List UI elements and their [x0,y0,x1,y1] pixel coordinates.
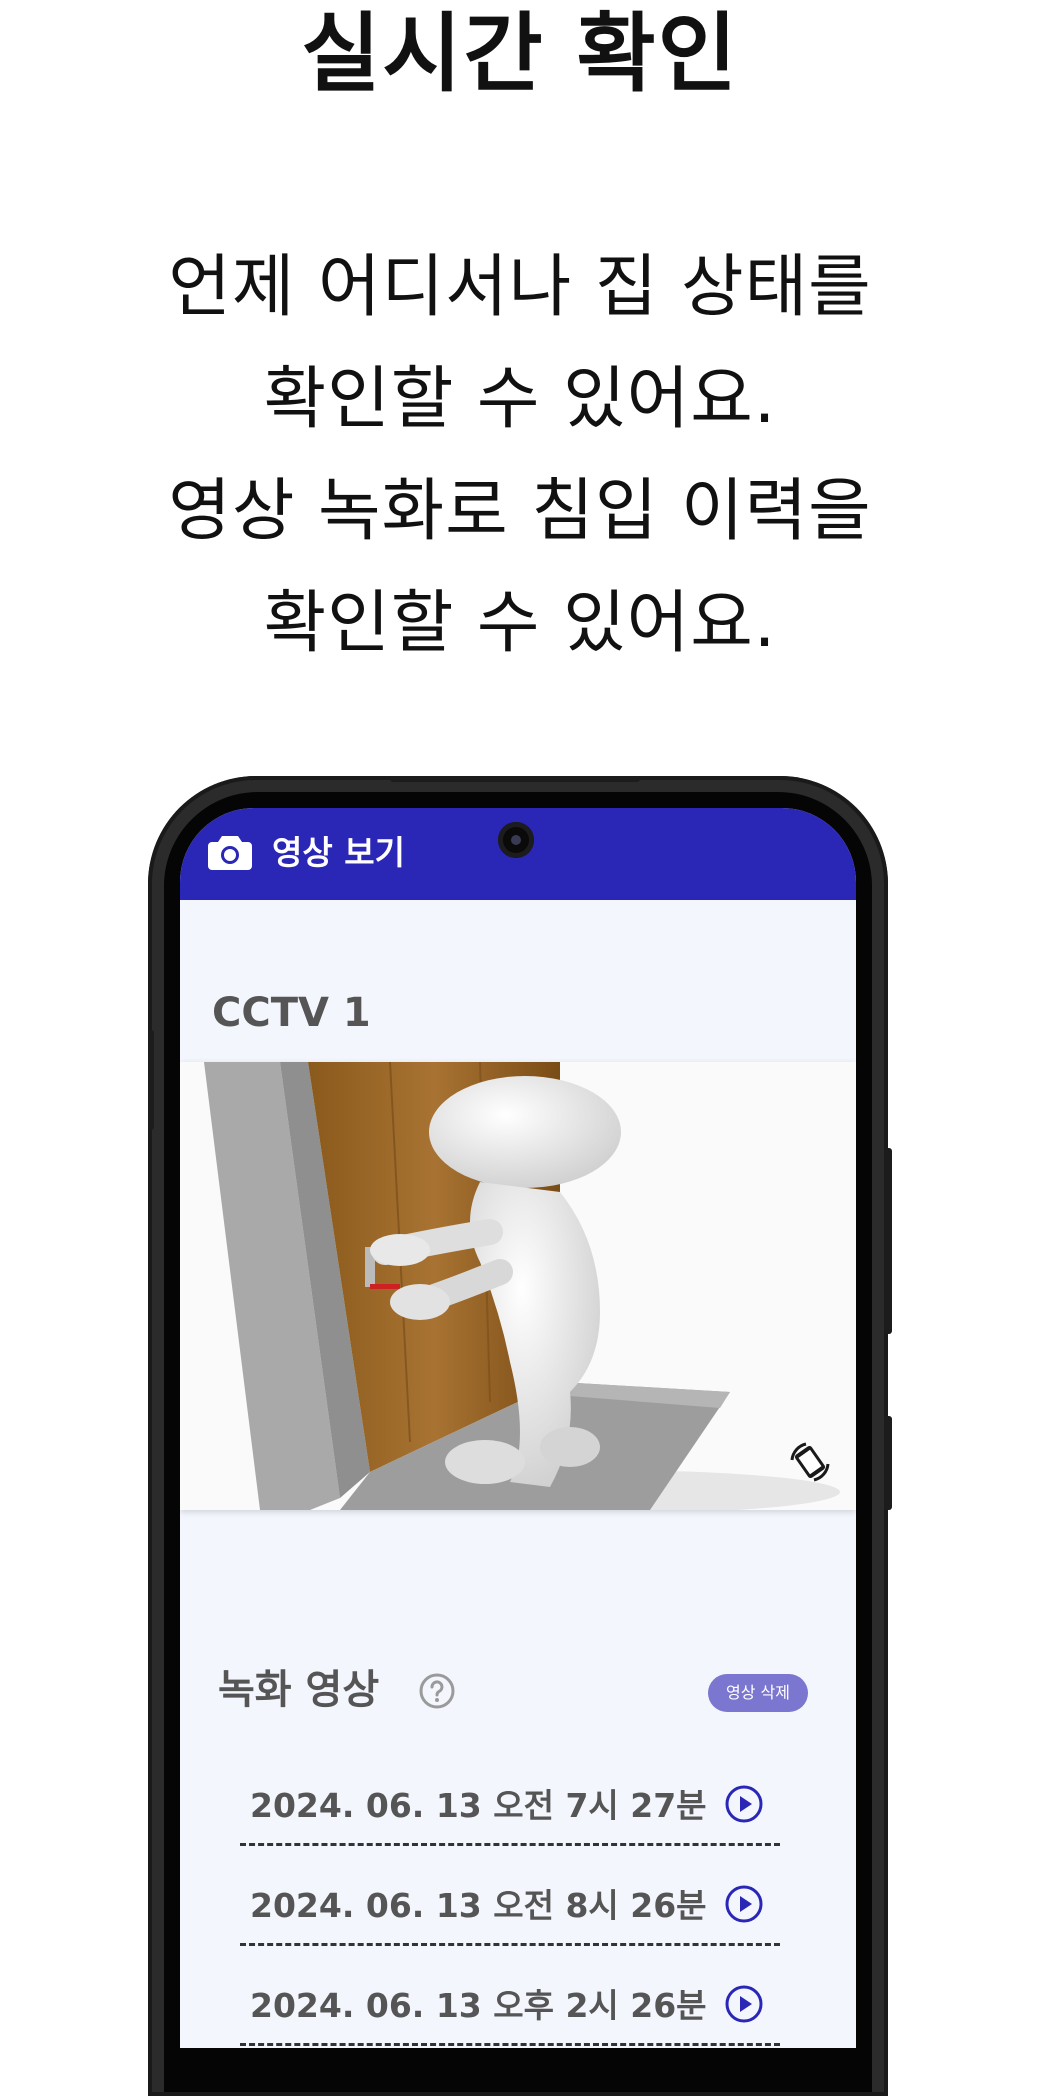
recording-date: 2024. 06. 13 오후 2시 26분 [250,1986,707,2025]
app-bar-title: 영상 보기 [272,833,405,872]
play-icon[interactable] [724,1984,764,2024]
recordings-title: 녹화 영상 [218,1667,380,1713]
description-line: 확인할 수 있어요. [263,584,777,663]
camera-icon[interactable] [208,834,252,870]
rotate-icon[interactable] [786,1438,834,1486]
recording-item[interactable]: 2024. 06. 13 오전 8시 26분 [240,1848,780,1946]
delete-video-button[interactable]: 영상 삭제 [708,1674,808,1712]
recording-date: 2024. 06. 13 오전 7시 27분 [250,1786,707,1825]
description: 언제 어디서나 집 상태를 확인할 수 있어요. 영상 녹화로 침입 이력을 확… [0,232,1040,680]
phone-left-button [148,1030,154,1130]
recording-item[interactable]: 2024. 06. 13 오전 7시 27분 [240,1748,780,1846]
play-icon[interactable] [724,1784,764,1824]
recording-date: 2024. 06. 13 오전 8시 26분 [250,1886,707,1925]
app-bar: 영상 보기 [180,808,856,900]
headline: 실시간 확인 [301,4,739,104]
cctv-video-feed[interactable] [180,1061,856,1514]
cctv-video-image [204,1061,840,1514]
phone-power-button [884,1148,892,1334]
recording-item[interactable]: 2024. 06. 13 오후 2시 26분 [240,1948,780,2046]
phone-screen: 영상 보기 CCTV 1 녹화 영상 영상 삭제 2024. 06. 13 오전… [180,808,856,2048]
phone-top-notch-bar [390,776,640,782]
description-line: 확인할 수 있어요. [263,360,777,439]
description-line: 영상 녹화로 침입 이력을 [168,472,872,551]
description-line: 언제 어디서나 집 상태를 [168,248,872,327]
cctv-title: CCTV 1 [212,990,371,1036]
front-camera [498,822,534,858]
recording-list: 2024. 06. 13 오전 7시 27분 2024. 06. 13 오전 8… [240,1748,780,2048]
help-circle-icon[interactable] [418,1672,456,1710]
play-icon[interactable] [724,1884,764,1924]
phone-volume-button [884,1416,892,1510]
